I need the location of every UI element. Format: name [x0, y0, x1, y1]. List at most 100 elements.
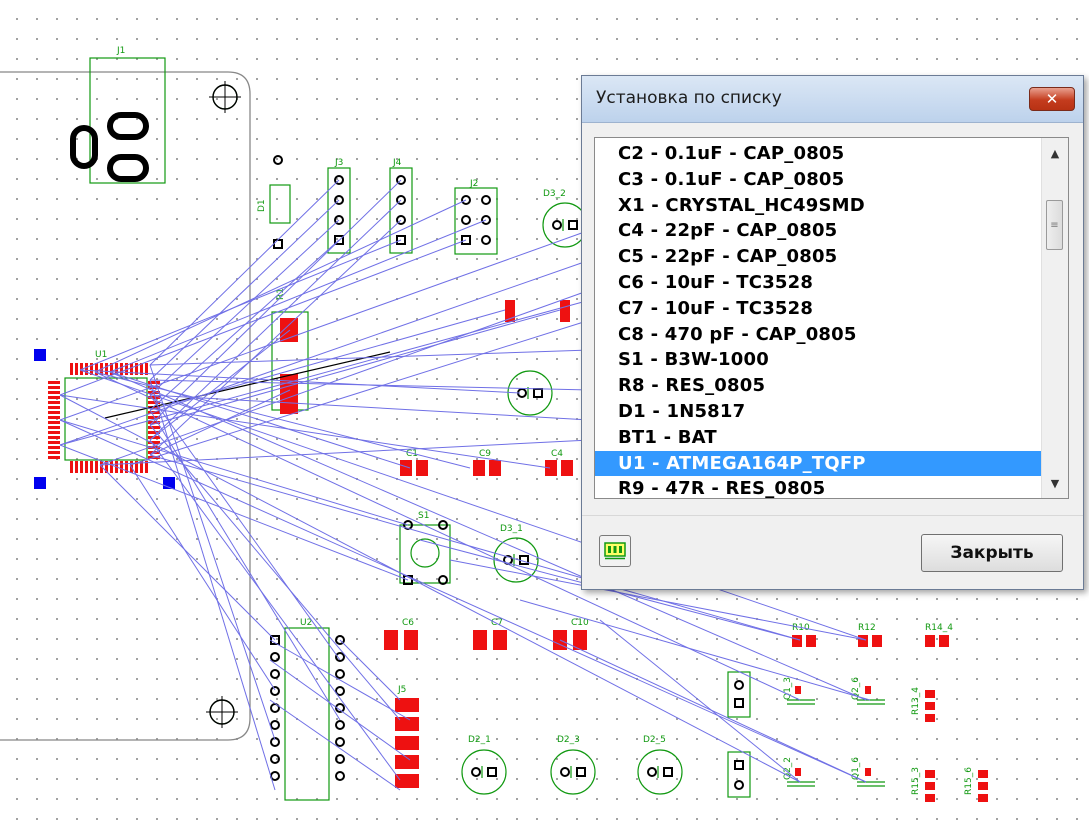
smd-pad — [48, 401, 60, 404]
smd-pad — [806, 635, 816, 647]
smd-pad — [795, 686, 801, 694]
close-x-button[interactable]: ✕ — [1029, 87, 1075, 111]
th-pad-square — [487, 767, 497, 777]
smd-pad — [473, 460, 485, 476]
ref-label: R14_4 — [925, 623, 953, 633]
ratsnest-line — [129, 464, 276, 691]
smd-pad — [95, 461, 98, 473]
list-item-selected[interactable]: U1 - ATMEGA164P_TQFP — [595, 450, 1043, 477]
smd-pad — [70, 363, 73, 375]
silk-outline — [727, 671, 751, 718]
ref-label: Q2_2 — [783, 757, 793, 780]
smd-pad — [872, 635, 882, 647]
th-pad — [270, 669, 280, 679]
component-list-items: C2 - 0.1uF - CAP_0805 C3 - 0.1uF - CAP_0… — [595, 141, 1043, 498]
th-pad-square — [663, 767, 673, 777]
list-item[interactable]: C6 - 10uF - TC3528 — [595, 270, 1043, 296]
silk-outline — [269, 184, 291, 224]
ratsnest-line — [149, 179, 402, 426]
ratsnest-line — [149, 199, 340, 381]
ref-label: R15_3 — [911, 767, 921, 795]
smd-pad — [792, 635, 802, 647]
list-item[interactable]: C8 - 470 pF - CAP_0805 — [595, 322, 1043, 348]
ratsnest-line — [109, 219, 487, 373]
list-item[interactable]: X1 - CRYSTAL_HC49SMD — [595, 193, 1043, 219]
th-pad — [560, 767, 570, 777]
th-pad — [734, 780, 744, 790]
ratsnest-line — [149, 349, 591, 366]
scroll-down-icon[interactable]: ▼ — [1042, 472, 1068, 494]
list-item[interactable]: S1 - B3W-1000 — [595, 347, 1043, 373]
board-outline — [0, 71, 251, 741]
list-item[interactable]: BT1 - BAT — [595, 425, 1043, 451]
list-item[interactable]: C2 - 0.1uF - CAP_0805 — [595, 141, 1043, 167]
list-item[interactable]: C3 - 0.1uF - CAP_0805 — [595, 167, 1043, 193]
th-pad — [734, 680, 744, 690]
ratsnest-line — [149, 424, 401, 721]
smd-pad — [48, 441, 60, 444]
close-icon: ✕ — [1045, 90, 1059, 108]
ref-label: J4 — [392, 158, 402, 168]
smd-pad — [48, 451, 60, 454]
ratsnest-line — [149, 199, 402, 441]
th-pad — [335, 771, 345, 781]
ref-label: R15_6 — [964, 767, 974, 795]
dialog-titlebar[interactable]: Установка по списку ✕ — [582, 76, 1083, 123]
th-pad-square — [273, 239, 283, 249]
smd-pad — [48, 446, 60, 449]
smd-pad — [978, 782, 988, 790]
list-item[interactable]: R8 - RES_0805 — [595, 373, 1043, 399]
list-item[interactable]: C4 - 22pF - CAP_0805 — [595, 218, 1043, 244]
th-pad-square — [519, 555, 529, 565]
ref-label: R13_4 — [911, 687, 921, 715]
smd-pad — [865, 768, 871, 776]
th-pad — [647, 767, 657, 777]
smd-pad — [925, 714, 935, 722]
smd-pad — [80, 461, 83, 473]
smd-pad — [978, 770, 988, 778]
smd-pad — [416, 460, 428, 476]
ratsnest-line — [149, 309, 561, 426]
ratsnest-line — [269, 699, 401, 791]
smd-pad — [489, 460, 501, 476]
th-pad — [335, 720, 345, 730]
smd-pad — [48, 416, 60, 419]
smd-pad — [395, 698, 419, 712]
smd-pad — [865, 686, 871, 694]
smd-pad — [105, 363, 108, 375]
smd-pad — [858, 635, 868, 647]
smd-pad — [925, 635, 935, 647]
scroll-up-icon[interactable]: ▲ — [1042, 142, 1068, 164]
th-pad-square — [576, 767, 586, 777]
list-item[interactable]: C7 - 10uF - TC3528 — [595, 296, 1043, 322]
ref-label: J1 — [116, 46, 125, 56]
smd-pad — [925, 794, 935, 802]
th-pad — [270, 771, 280, 781]
th-pad — [270, 754, 280, 764]
th-pad — [270, 686, 280, 696]
scroll-thumb[interactable]: ≡ — [1046, 200, 1063, 250]
smd-pad — [48, 411, 60, 414]
dialog-body: C2 - 0.1uF - CAP_0805 C3 - 0.1uF - CAP_0… — [582, 123, 1083, 589]
ref-label: J5 — [397, 685, 406, 695]
th-pad — [552, 220, 562, 230]
ref-label: J2 — [469, 179, 478, 189]
smd-pad — [925, 690, 935, 698]
jack-pad — [70, 125, 98, 169]
component-list[interactable]: C2 - 0.1uF - CAP_0805 C3 - 0.1uF - CAP_0… — [594, 137, 1069, 499]
list-item[interactable]: D1 - 1N5817 — [595, 399, 1043, 425]
silk-circle — [410, 538, 440, 568]
ref-label: J3 — [334, 158, 343, 168]
list-scrollbar[interactable]: ▲ ≡ ▼ — [1041, 138, 1068, 498]
list-item[interactable]: R9 - 47R - RES_0805 — [595, 476, 1043, 498]
close-button[interactable]: Закрыть — [921, 534, 1063, 572]
smd-pad — [48, 436, 60, 439]
smd-pad — [404, 630, 418, 650]
th-pad — [471, 767, 481, 777]
smd-pad — [395, 755, 419, 769]
place-component-button[interactable] — [599, 535, 631, 567]
ref-label: Q1_6 — [851, 757, 861, 780]
ref-label: U1 — [95, 350, 107, 360]
smd-pad — [120, 363, 123, 375]
list-item[interactable]: C5 - 22pF - CAP_0805 — [595, 244, 1043, 270]
